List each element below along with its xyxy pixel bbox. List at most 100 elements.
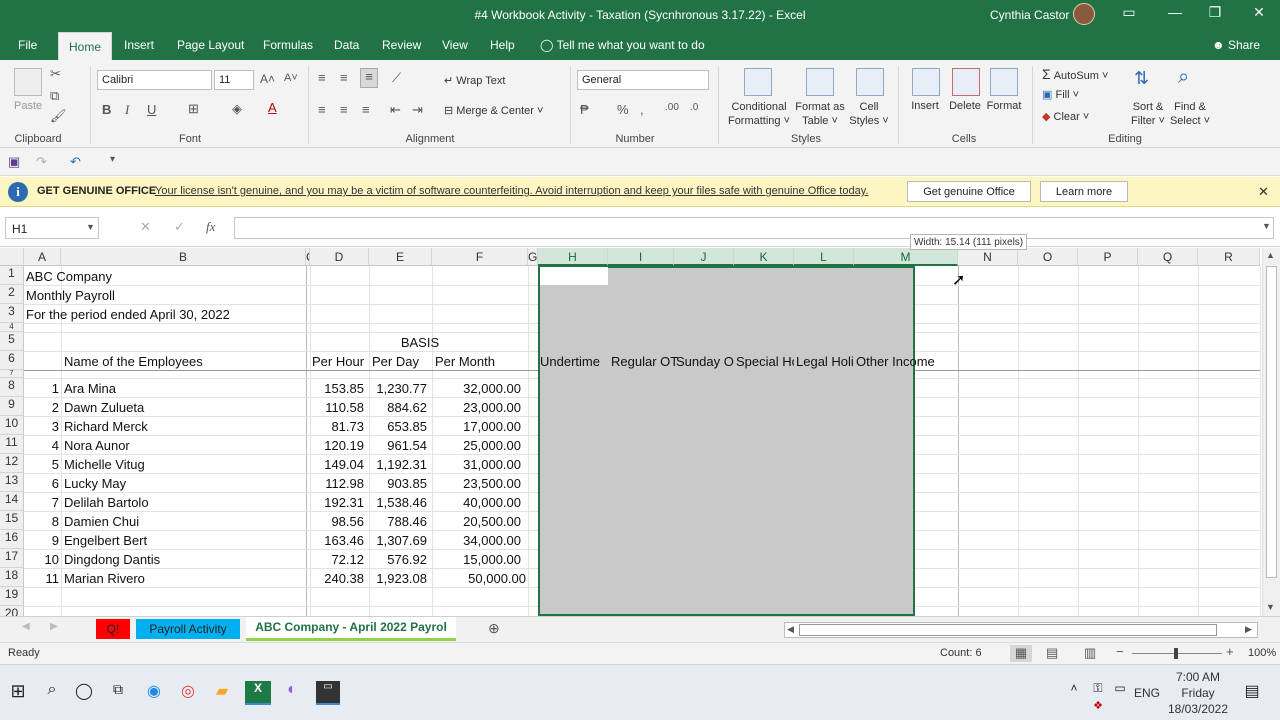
employee-name[interactable]: Delilah Bartolo bbox=[64, 495, 149, 510]
comma-icon[interactable]: , bbox=[640, 102, 644, 117]
column-header-o[interactable]: O bbox=[1018, 248, 1078, 266]
percent-icon[interactable]: % bbox=[617, 102, 629, 117]
employee-per-day[interactable]: 1,230.77 bbox=[369, 381, 427, 396]
employee-name[interactable]: Lucky May bbox=[64, 476, 126, 491]
increase-font-icon[interactable]: A˄ bbox=[260, 72, 275, 86]
column-header-n[interactable]: N bbox=[958, 248, 1018, 266]
underline-icon[interactable]: U bbox=[147, 102, 156, 117]
employee-name[interactable]: Richard Merck bbox=[64, 419, 148, 434]
column-header-r[interactable]: R bbox=[1198, 248, 1260, 266]
undo-icon[interactable]: ↶ bbox=[70, 154, 81, 170]
status-count[interactable]: Count: 6 bbox=[940, 647, 982, 659]
employee-per-hour[interactable]: 120.19 bbox=[310, 438, 364, 453]
autosum-button[interactable]: Σ AutoSum ˅ bbox=[1042, 66, 1108, 82]
selected-range[interactable] bbox=[538, 266, 915, 616]
row-header[interactable]: 6 bbox=[0, 351, 24, 370]
zoom-slider-thumb[interactable] bbox=[1174, 648, 1178, 659]
user-name[interactable]: Cynthia Castor bbox=[990, 8, 1069, 22]
employee-per-day[interactable]: 1,307.69 bbox=[369, 533, 427, 548]
employee-name[interactable]: Michelle Vitug bbox=[64, 457, 145, 472]
employee-per-month[interactable]: 25,000.00 bbox=[432, 438, 521, 453]
employee-per-month[interactable]: 32,000.00 bbox=[432, 381, 521, 396]
cancel-entry-icon[interactable]: ✕ bbox=[140, 219, 151, 235]
font-color-icon[interactable]: A bbox=[268, 100, 277, 115]
row-header[interactable]: 8 bbox=[0, 378, 24, 397]
header-sunday-ot[interactable]: Sunday O bbox=[676, 354, 734, 369]
terminal-icon[interactable]: ▭ bbox=[316, 681, 340, 705]
scroll-down-icon[interactable]: ▼ bbox=[1266, 602, 1275, 612]
sheet-tab-abc-company[interactable]: ABC Company - April 2022 Payrol bbox=[246, 617, 456, 641]
company-name[interactable]: ABC Company bbox=[26, 269, 112, 284]
align-top-icon[interactable]: ≡ bbox=[318, 70, 326, 85]
sheet-tab-payroll-activity[interactable]: Payroll Activity bbox=[136, 619, 240, 639]
zoom-out-icon[interactable]: − bbox=[1116, 644, 1124, 659]
employee-per-month[interactable]: 17,000.00 bbox=[432, 419, 521, 434]
ribbon-display-icon[interactable]: ▭ bbox=[1118, 4, 1140, 24]
header-special-holiday[interactable]: Special Ho bbox=[736, 354, 794, 369]
report-period[interactable]: For the period ended April 30, 2022 bbox=[26, 307, 230, 322]
confirm-entry-icon[interactable]: ✓ bbox=[174, 219, 185, 235]
edge-icon[interactable]: ◉ bbox=[142, 681, 166, 705]
conditional-formatting-button[interactable]: Conditional Formatting ˅ bbox=[726, 100, 792, 128]
employee-per-day[interactable]: 961.54 bbox=[369, 438, 427, 453]
decrease-indent-icon[interactable]: ⇤ bbox=[390, 102, 401, 118]
basis-header[interactable]: BASIS bbox=[370, 335, 470, 350]
find-select-button[interactable]: Find & Select ˅ bbox=[1168, 100, 1212, 128]
bold-icon[interactable]: B bbox=[102, 102, 111, 117]
row-header[interactable]: 16 bbox=[0, 530, 24, 549]
cell-styles-button[interactable]: Cell Styles ˅ bbox=[846, 100, 892, 128]
employee-per-day[interactable]: 1,192.31 bbox=[369, 457, 427, 472]
tab-view[interactable]: View bbox=[442, 38, 468, 52]
dropbox-icon[interactable]: ❖ bbox=[1086, 699, 1110, 715]
formula-input[interactable] bbox=[234, 217, 1274, 239]
row-header[interactable]: 11 bbox=[0, 435, 24, 454]
row-header[interactable]: 10 bbox=[0, 416, 24, 435]
copy-icon[interactable]: ⧉ bbox=[50, 88, 59, 104]
format-cells-icon[interactable] bbox=[990, 68, 1018, 96]
header-other-income[interactable]: Other Income bbox=[856, 354, 935, 369]
column-header-f[interactable]: F bbox=[432, 248, 528, 266]
learn-more-button[interactable]: Learn more bbox=[1040, 181, 1128, 202]
row-header[interactable]: 13 bbox=[0, 473, 24, 492]
task-view-icon[interactable]: ⧉ bbox=[106, 681, 130, 705]
customize-qat-icon[interactable]: ▾ bbox=[110, 154, 115, 165]
row-header[interactable]: 9 bbox=[0, 397, 24, 416]
header-per-month[interactable]: Per Month bbox=[435, 354, 495, 369]
banner-message[interactable]: Your license isn't genuine, and you may … bbox=[155, 185, 868, 197]
tab-file[interactable]: File bbox=[18, 38, 37, 52]
employee-per-month[interactable]: 50,000.00 bbox=[432, 571, 526, 586]
employee-per-hour[interactable]: 192.31 bbox=[310, 495, 364, 510]
employee-per-month[interactable]: 34,000.00 bbox=[432, 533, 521, 548]
save-icon[interactable]: ▣ bbox=[8, 154, 20, 170]
decrease-decimal-icon[interactable]: .0 bbox=[690, 102, 698, 113]
employee-name[interactable]: Damien Chui bbox=[64, 514, 139, 529]
align-right-icon[interactable]: ≡ bbox=[362, 102, 370, 117]
column-header-q[interactable]: Q bbox=[1138, 248, 1198, 266]
wrap-text-button[interactable]: ↵ Wrap Text bbox=[444, 74, 505, 87]
show-hidden-icons-icon[interactable]: ˄ bbox=[1062, 681, 1086, 705]
tab-page-layout[interactable]: Page Layout bbox=[177, 38, 244, 52]
align-bottom-icon[interactable]: ≡ bbox=[360, 68, 378, 88]
column-header-h[interactable]: H bbox=[538, 248, 608, 266]
row-header[interactable]: 3 bbox=[0, 304, 24, 323]
employee-name[interactable]: Marian Rivero bbox=[64, 571, 145, 586]
row-header[interactable]: 2 bbox=[0, 285, 24, 304]
header-per-day[interactable]: Per Day bbox=[372, 354, 419, 369]
column-header-l[interactable]: L bbox=[794, 248, 854, 266]
employee-no[interactable]: 10 bbox=[24, 552, 59, 567]
decrease-font-icon[interactable]: A˅ bbox=[284, 72, 298, 84]
employee-per-month[interactable]: 40,000.00 bbox=[432, 495, 521, 510]
scrollbar-thumb[interactable] bbox=[1266, 266, 1277, 578]
row-header[interactable]: 17 bbox=[0, 549, 24, 568]
row-header[interactable]: 18 bbox=[0, 568, 24, 587]
employee-name[interactable]: Nora Aunor bbox=[64, 438, 130, 453]
sort-filter-button[interactable]: Sort & Filter ˅ bbox=[1128, 100, 1168, 128]
tab-help[interactable]: Help bbox=[490, 38, 515, 52]
windows-start-icon[interactable]: ⊞ bbox=[6, 681, 30, 705]
scroll-up-icon[interactable]: ▲ bbox=[1266, 250, 1275, 260]
employee-per-hour[interactable]: 149.04 bbox=[310, 457, 364, 472]
sheet-tab-q[interactable]: Q! bbox=[96, 619, 130, 639]
column-header-b[interactable]: B bbox=[61, 248, 306, 266]
employee-per-day[interactable]: 903.85 bbox=[369, 476, 427, 491]
employee-per-hour[interactable]: 240.38 bbox=[310, 571, 364, 586]
